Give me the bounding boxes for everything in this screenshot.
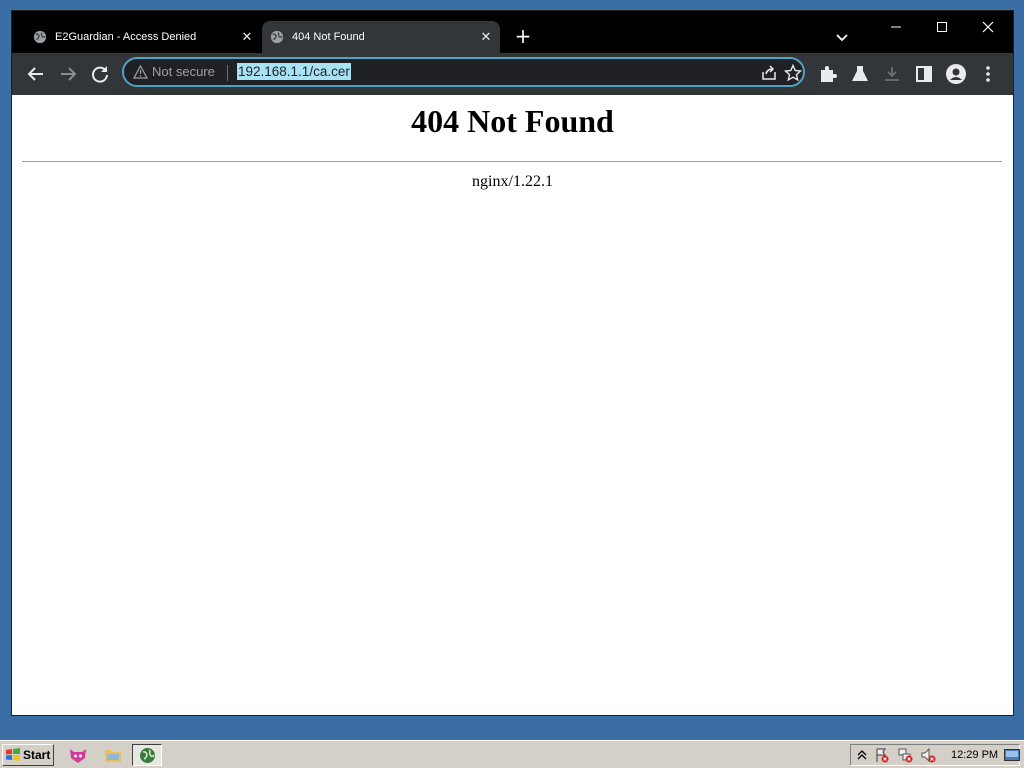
download-icon[interactable]: [880, 62, 904, 86]
tab-title: E2Guardian - Access Denied: [55, 31, 197, 43]
windows-flag-icon: [6, 748, 20, 761]
globe-icon: [33, 30, 47, 44]
show-hidden-icons-chevron-icon[interactable]: [854, 747, 870, 763]
maximize-button[interactable]: [924, 15, 960, 39]
bookmark-star-icon[interactable]: [784, 64, 802, 82]
start-button[interactable]: Start: [2, 744, 54, 766]
close-window-button[interactable]: [970, 15, 1006, 39]
tab-search-chevron-icon[interactable]: [832, 27, 852, 47]
quick-launch-app-icon[interactable]: [68, 746, 88, 764]
extensions-puzzle-icon[interactable]: [816, 62, 840, 86]
labs-flask-icon[interactable]: [848, 62, 872, 86]
side-panel-icon[interactable]: [912, 62, 936, 86]
start-label: Start: [23, 748, 51, 762]
clock[interactable]: 12:29 PM: [951, 749, 998, 761]
browser-toolbar: Not secure 192.168.1.1/ca.cer: [12, 53, 1013, 95]
security-status[interactable]: Not secure: [152, 64, 215, 79]
browser-window: E2Guardian - Access Denied ✕ 404 Not Fou…: [11, 10, 1014, 716]
new-tab-button[interactable]: +: [512, 25, 534, 47]
taskbar-browser-button[interactable]: [132, 744, 162, 766]
tab-strip: E2Guardian - Access Denied ✕ 404 Not Fou…: [12, 11, 1013, 53]
warning-triangle-icon[interactable]: [133, 65, 148, 79]
tab-e2guardian[interactable]: E2Guardian - Access Denied ✕: [25, 21, 261, 53]
tab-title: 404 Not Found: [292, 31, 365, 43]
page-heading: 404 Not Found: [411, 103, 614, 139]
network-icon[interactable]: [897, 747, 913, 763]
horizontal-rule: [22, 161, 1002, 162]
reload-icon[interactable]: [88, 62, 112, 86]
back-arrow-icon[interactable]: [24, 62, 48, 86]
page-content: 404 Not Found nginx/1.22.1: [12, 95, 1013, 715]
globe-icon: [270, 30, 284, 44]
minimize-button[interactable]: [878, 15, 914, 39]
url-text[interactable]: 192.168.1.1/ca.cer: [237, 63, 351, 80]
volume-muted-icon[interactable]: [920, 747, 936, 763]
forward-arrow-icon[interactable]: [56, 62, 80, 86]
menu-kebab-icon[interactable]: [976, 62, 1000, 86]
file-explorer-icon[interactable]: [103, 746, 123, 764]
tab-404-not-found[interactable]: 404 Not Found ✕: [262, 21, 500, 53]
divider: [227, 65, 228, 81]
tab-close-icon[interactable]: ✕: [239, 29, 255, 45]
system-tray: 12:29 PM: [850, 744, 1020, 766]
browser-globe-icon: [140, 748, 155, 763]
action-center-flag-icon[interactable]: [874, 747, 890, 763]
show-desktop-icon[interactable]: [1004, 749, 1020, 761]
taskbar: Start 12:29 PM: [0, 740, 1024, 768]
address-bar[interactable]: Not secure 192.168.1.1/ca.cer: [122, 57, 805, 87]
profile-avatar-icon[interactable]: [944, 62, 968, 86]
tab-close-icon[interactable]: ✕: [478, 29, 494, 45]
server-signature: nginx/1.22.1: [472, 173, 553, 190]
share-icon[interactable]: [760, 64, 778, 82]
